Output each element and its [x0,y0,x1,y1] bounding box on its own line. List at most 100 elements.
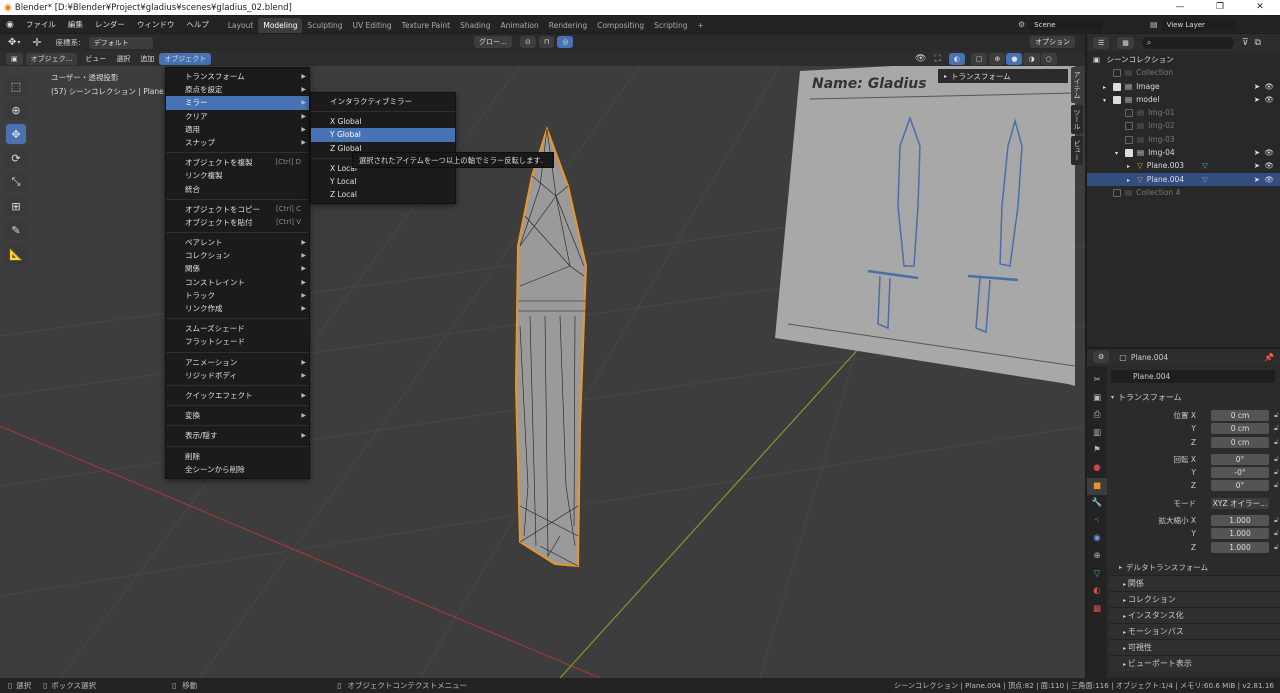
object-menu-item[interactable]: コレクション ▶ [166,249,309,262]
menu-item[interactable]: レンダー [89,16,131,33]
lock-icon[interactable]: 🔓︎ [1274,422,1279,435]
select-arrow-icon[interactable]: ➤ [1254,159,1260,172]
eye-icon[interactable]: 👁 [1264,80,1274,93]
lock-icon[interactable]: 🔓︎ [1274,436,1279,449]
object-menu-item[interactable]: 原点を設定 ▶ [166,83,309,96]
rotation-mode-dropdown[interactable]: XYZ オイラー... [1211,497,1269,509]
expand-arrow-icon[interactable]: ▾ [1103,94,1113,107]
overlay-icon[interactable]: ◐ [948,53,965,65]
lock-icon[interactable]: 🔓︎ [1274,479,1279,492]
eye-icon[interactable]: 👁 [1264,173,1274,186]
object-menu-item[interactable]: コンストレイント ▶ [166,276,309,289]
object-menu-item[interactable]: リンク作成 ▶ [166,302,309,315]
select-arrow-icon[interactable]: ➤ [1254,173,1260,186]
object-menu-item[interactable]: アニメーション ▶ [166,356,309,369]
outliner-row[interactable]: ▤ Img-03 [1087,133,1280,146]
exclude-checkbox[interactable] [1113,82,1121,91]
rotation-z-field[interactable]: 0° [1211,480,1269,492]
object-menu-item[interactable]: ペアレント ▶ [166,236,309,249]
workspace-tab[interactable]: Rendering [544,18,592,33]
view-object-types-icon[interactable]: 👁 [915,54,926,64]
object-menu-item[interactable]: リジッドボディ ▶ [166,369,309,382]
workspace-tab[interactable]: Compositing [592,18,649,33]
mirror-menu-item[interactable]: Y Global [311,128,455,142]
view-layer-tab-icon[interactable]: ▥ [1087,425,1107,443]
editor-type-icon[interactable]: ▣ [6,53,23,65]
workspace-tab[interactable]: Shading [455,18,495,33]
lock-icon[interactable]: 🔓︎ [1274,541,1279,554]
annotate-tool-icon[interactable]: ✎ [6,220,26,240]
properties-panel[interactable]: ▸ インスタンス化 [1109,607,1280,623]
properties-panel[interactable]: ▸ ビューポート表示 [1109,655,1280,671]
outliner-row[interactable]: ▾ ▤ model ➤ 👁 [1087,93,1280,106]
object-menu-item[interactable]: 全シーンから削除 [166,463,309,476]
workspace-tab[interactable]: Modeling [258,17,303,33]
scene-tab-icon[interactable]: ⚑ [1087,442,1107,460]
scale-y-field[interactable]: 1.000 [1211,528,1269,540]
workspace-tab[interactable]: Layout [223,18,259,33]
viewport-menu-item[interactable]: オブジェクト [159,53,212,65]
object-menu-item[interactable]: ミラー ▶ [166,96,309,110]
tool-tab-icon[interactable]: ✂ [1087,372,1107,390]
location-z-field[interactable]: 0 cm [1211,436,1269,448]
object-menu-item[interactable]: 統合 [166,183,309,196]
exclude-checkbox[interactable] [1125,122,1133,131]
lock-icon[interactable]: 🔓︎ [1274,453,1279,466]
mirror-menu-item[interactable]: インタラクティブミラー [311,95,455,108]
scale-tool-icon[interactable]: ⤡ [6,172,26,192]
display-mode-icon[interactable]: ▦ [1117,36,1134,49]
texture-tab-icon[interactable]: ▩ [1087,601,1107,619]
object-menu-item[interactable]: オブジェクトを複製 [Ctrl] D [166,156,309,169]
properties-panel[interactable]: ▸ コレクション [1109,591,1280,607]
rotation-x-field[interactable]: 0° [1211,453,1269,465]
eye-icon[interactable]: 👁 [1264,146,1274,159]
view-layer-field[interactable]: View Layer [1161,18,1236,31]
expand-arrow-icon[interactable]: ▸ [1127,174,1137,187]
properties-editor-icon[interactable]: ⚙ [1093,351,1110,363]
view-layer-selector[interactable]: ▤ View Layer [1150,18,1236,31]
object-menu-item[interactable]: 表示/隠す ▶ [166,429,309,442]
maximize-button[interactable]: ❐ [1200,0,1240,15]
outliner-row[interactable]: ▸ ▤ Image ➤ 👁 [1087,80,1280,93]
object-menu-item[interactable]: オブジェクトを貼付 [Ctrl] V [166,216,309,229]
location-x-field[interactable]: 0 cm [1211,410,1269,421]
expand-arrow-icon[interactable]: ▾ [1115,147,1125,160]
options-dropdown[interactable]: オプション [1030,36,1075,48]
select-arrow-icon[interactable]: ➤ [1254,93,1260,106]
blender-menu-icon[interactable]: ◉ [0,20,20,30]
outliner-row[interactable]: ▤ Img-01 [1087,106,1280,119]
workspace-tab[interactable]: Scripting [649,18,692,33]
transform-orientation-dropdown[interactable]: グロー... [474,36,512,48]
rendered-shading-icon[interactable]: ○ [1040,53,1057,65]
exclude-checkbox[interactable] [1125,149,1133,158]
n-panel-transform-header[interactable]: ▸ トランスフォーム [938,69,1068,83]
particles-tab-icon[interactable]: ⁖ [1087,513,1107,531]
tab-item[interactable]: アイテム [1071,67,1083,103]
close-button[interactable]: ✕ [1240,0,1280,15]
transform-panel-header[interactable]: ▾ トランスフォーム [1109,389,1280,405]
tool-move-icon[interactable]: ✥ [8,37,16,48]
outliner-row[interactable]: ▸ ▽ Plane.003 ▽ ➤ 👁 [1087,159,1280,172]
rotation-y-field[interactable]: -0° [1211,467,1269,479]
material-tab-icon[interactable]: ◐ [1087,583,1107,601]
menu-item[interactable]: 編集 [62,16,89,33]
cursor-icon[interactable]: ⊕ [6,100,26,120]
object-menu-item[interactable]: スナップ ▶ [166,136,309,149]
output-tab-icon[interactable]: ⎙ [1087,407,1107,425]
outliner-row[interactable]: ▤ Img-02 [1087,119,1280,132]
viewport-menu-item[interactable]: ビュー [80,53,111,65]
location-y-field[interactable]: 0 cm [1211,423,1269,435]
lock-icon[interactable]: 🔓︎ [1274,409,1279,422]
properties-panel[interactable]: ▸ 可視性 [1109,639,1280,655]
proportional-edit-icon[interactable]: ◎ [557,36,574,48]
pivot-icon[interactable]: ⊙ [520,36,536,48]
constraints-tab-icon[interactable]: ⊕ [1087,548,1107,566]
object-menu-item[interactable]: フラットシェード [166,335,309,348]
menu-item[interactable]: ファイル [20,16,62,33]
render-tab-icon[interactable]: ▣ [1087,390,1107,408]
scene-collection-row[interactable]: ▣ シーンコレクション [1087,53,1280,66]
coord-system-dropdown[interactable]: デフォルト [88,36,153,49]
object-menu-item[interactable]: クイックエフェクト ▶ [166,389,309,402]
scale-z-field[interactable]: 1.000 [1211,541,1269,553]
workspace-tab[interactable]: Sculpting [302,18,347,33]
